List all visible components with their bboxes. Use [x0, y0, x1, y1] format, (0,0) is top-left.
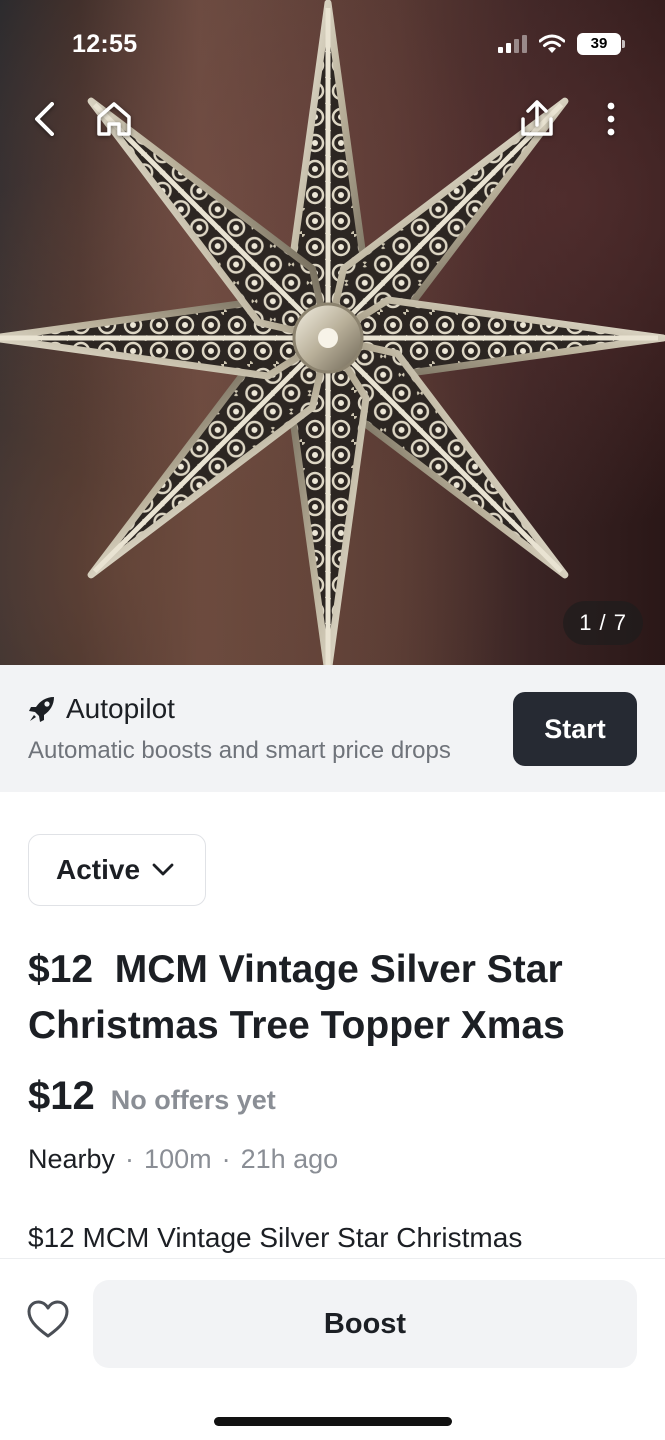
status-bar: 12:55 39	[0, 0, 665, 90]
bottom-action-bar: Boost	[0, 1258, 665, 1440]
status-time: 12:55	[72, 30, 138, 58]
autopilot-start-button[interactable]: Start	[513, 692, 637, 766]
listing-status-label: Active	[56, 854, 141, 885]
listing-distance: 100m	[144, 1144, 212, 1174]
listing-photo[interactable]: 12:55 39 1 / 7	[0, 0, 665, 665]
share-icon	[521, 100, 553, 136]
listing-meta: Nearby · 100m · 21h ago	[28, 1144, 338, 1175]
listing-price: $12	[28, 1074, 95, 1118]
separator-dot: ·	[125, 1144, 135, 1174]
separator-dot: ·	[221, 1144, 231, 1174]
boost-button[interactable]: Boost	[93, 1280, 637, 1368]
battery-icon: 39	[577, 33, 625, 55]
listing-posted-time: 21h ago	[240, 1144, 339, 1174]
listing-location: Nearby	[28, 1144, 116, 1174]
home-indicator	[214, 1417, 452, 1426]
share-button[interactable]	[514, 96, 560, 142]
price-row: $12 No offers yet	[28, 1074, 276, 1119]
autopilot-subtitle: Automatic boosts and smart price drops	[28, 737, 451, 764]
chevron-left-icon	[35, 102, 54, 136]
image-counter: 1 / 7	[563, 601, 643, 645]
autopilot-title: Autopilot	[66, 693, 175, 724]
favorite-button[interactable]	[26, 1299, 70, 1343]
listing-description: $12 MCM Vintage Silver Star Christmas	[28, 1222, 523, 1253]
more-vertical-icon	[607, 102, 615, 136]
listing-status-dropdown[interactable]: Active	[28, 834, 206, 906]
rocket-icon	[29, 697, 54, 722]
home-button[interactable]	[91, 96, 137, 142]
back-button[interactable]	[22, 96, 68, 142]
heart-icon	[27, 1300, 69, 1338]
home-icon	[97, 102, 131, 136]
cellular-signal-icon	[498, 35, 527, 53]
listing-title: $12 MCM Vintage Silver Star Christmas Tr…	[28, 948, 574, 1047]
autopilot-banner: Autopilot Automatic boosts and smart pri…	[0, 665, 665, 792]
more-options-button[interactable]	[588, 96, 634, 142]
chevron-down-icon	[152, 863, 174, 876]
offers-status: No offers yet	[110, 1085, 276, 1115]
wifi-icon	[539, 34, 565, 53]
autopilot-title-row: Autopilot	[28, 693, 175, 725]
listing-screen: 12:55 39 1 / 7 Autopilot Automatic boost…	[0, 0, 665, 1440]
status-icons: 39	[498, 33, 625, 55]
